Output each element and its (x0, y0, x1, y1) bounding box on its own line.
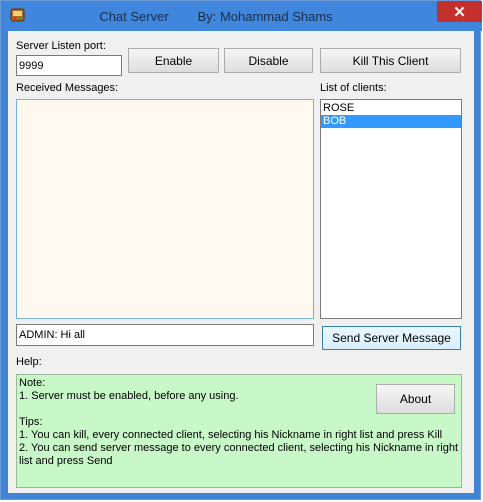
chat-server-window: Chat Server By: Mohammad Shams ✕ Server … (0, 0, 482, 500)
client-list-item[interactable]: ROSE (321, 102, 461, 115)
kill-client-button[interactable]: Kill This Client (320, 48, 461, 73)
about-button[interactable]: About (376, 384, 455, 414)
port-label: Server Listen port: (16, 40, 106, 52)
clients-list[interactable]: ROSE BOB (320, 99, 462, 319)
enable-button-label: Enable (154, 53, 193, 68)
port-input[interactable] (16, 55, 122, 76)
help-line: 2. You can send server message to every … (19, 442, 459, 454)
clients-label: List of clients: (320, 82, 387, 94)
client-area: Server Listen port: Enable Disable Kill … (8, 31, 474, 493)
received-messages-area[interactable] (16, 99, 314, 319)
kill-client-button-label: Kill This Client (352, 53, 429, 68)
help-box: Note: 1. Server must be enabled, before … (16, 374, 462, 488)
title-bar[interactable]: Chat Server By: Mohammad Shams ✕ (1, 1, 482, 31)
enable-button[interactable]: Enable (128, 48, 219, 73)
disable-button-label: Disable (248, 53, 289, 68)
close-button[interactable]: ✕ (437, 1, 482, 22)
window-title: Chat Server By: Mohammad Shams (99, 9, 333, 24)
help-line: Tips: (19, 416, 43, 428)
help-line: Note: (19, 377, 46, 389)
close-icon: ✕ (453, 3, 466, 21)
send-server-message-button[interactable]: Send Server Message (322, 326, 461, 350)
received-messages-label: Received Messages: (16, 82, 119, 94)
server-message-input[interactable] (16, 324, 314, 346)
help-line: 1. You can kill, every connected client,… (19, 429, 443, 441)
help-line: 1. Server must be enabled, before any us… (19, 390, 239, 402)
help-label: Help: (16, 356, 42, 368)
send-server-message-button-label: Send Server Message (332, 331, 451, 345)
help-line: list and press Send (19, 455, 113, 467)
about-button-label: About (399, 392, 432, 406)
client-list-item-selected[interactable]: BOB (321, 115, 461, 128)
disable-button[interactable]: Disable (224, 48, 313, 73)
